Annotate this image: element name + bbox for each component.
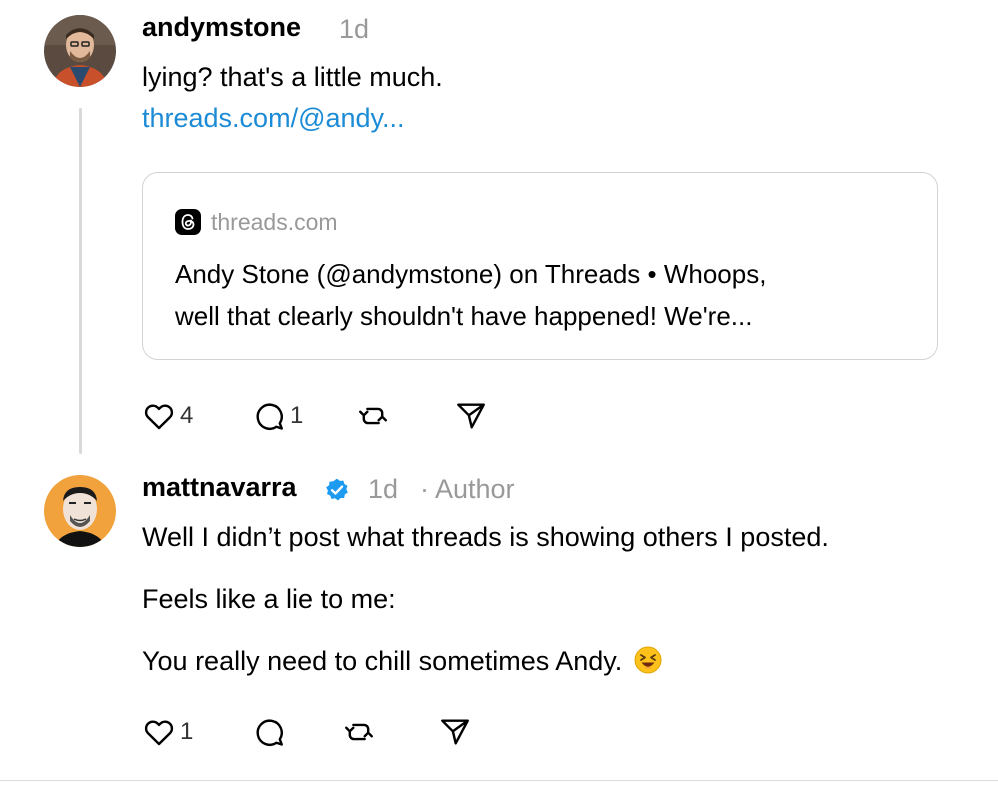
laughing-emoji-icon <box>634 646 662 681</box>
post-actions: 4 1 <box>142 396 542 436</box>
threads-logo-icon <box>175 209 201 235</box>
share-button[interactable] <box>438 712 472 752</box>
repost-button[interactable] <box>356 396 390 436</box>
repost-icon <box>359 407 387 425</box>
heart-icon <box>144 404 174 430</box>
post-text-line: You really need to chill sometimes Andy. <box>142 646 623 676</box>
like-button[interactable]: 4 <box>142 396 193 436</box>
post-text: lying? that's a little much. <box>142 62 443 92</box>
card-domain: threads.com <box>211 209 338 235</box>
post-text: Well I didn’t post what threads is showi… <box>142 522 829 552</box>
reply-button[interactable]: 1 <box>252 396 303 436</box>
repost-button[interactable] <box>342 712 376 752</box>
card-title-line: Andy Stone (@andymstone) on Threads • Wh… <box>175 259 767 289</box>
reply-button[interactable] <box>252 712 286 752</box>
post-text: You really need to chill sometimes Andy. <box>142 646 662 681</box>
comment-icon <box>256 403 283 430</box>
author-tag: · Author <box>420 474 515 504</box>
username[interactable]: andymstone <box>142 12 301 43</box>
avatar[interactable] <box>44 15 116 87</box>
card-title: Andy Stone (@andymstone) on Threads • Wh… <box>175 253 915 337</box>
share-button[interactable] <box>454 396 488 436</box>
verified-badge-icon <box>324 477 350 503</box>
comment-icon <box>256 719 283 746</box>
send-icon <box>441 719 469 745</box>
thread-connector-line <box>79 108 82 454</box>
send-icon <box>457 403 485 429</box>
card-title-line: well that clearly shouldn't have happene… <box>175 301 753 331</box>
username[interactable]: mattnavarra <box>142 472 297 503</box>
post-actions: 1 <box>142 712 542 752</box>
divider <box>0 780 998 781</box>
reply-count: 1 <box>290 402 304 429</box>
like-button[interactable]: 1 <box>142 712 193 752</box>
post-text: Feels like a lie to me: <box>142 584 396 614</box>
repost-icon <box>345 723 373 741</box>
timestamp: 1d <box>339 14 370 44</box>
timestamp: 1d <box>368 474 399 504</box>
avatar[interactable] <box>44 475 116 547</box>
heart-icon <box>144 720 174 746</box>
post-link[interactable]: threads.com/@andy... <box>142 103 405 134</box>
like-count: 4 <box>180 402 194 429</box>
link-preview-card[interactable]: threads.com Andy Stone (@andymstone) on … <box>142 172 938 360</box>
like-count: 1 <box>180 718 194 745</box>
